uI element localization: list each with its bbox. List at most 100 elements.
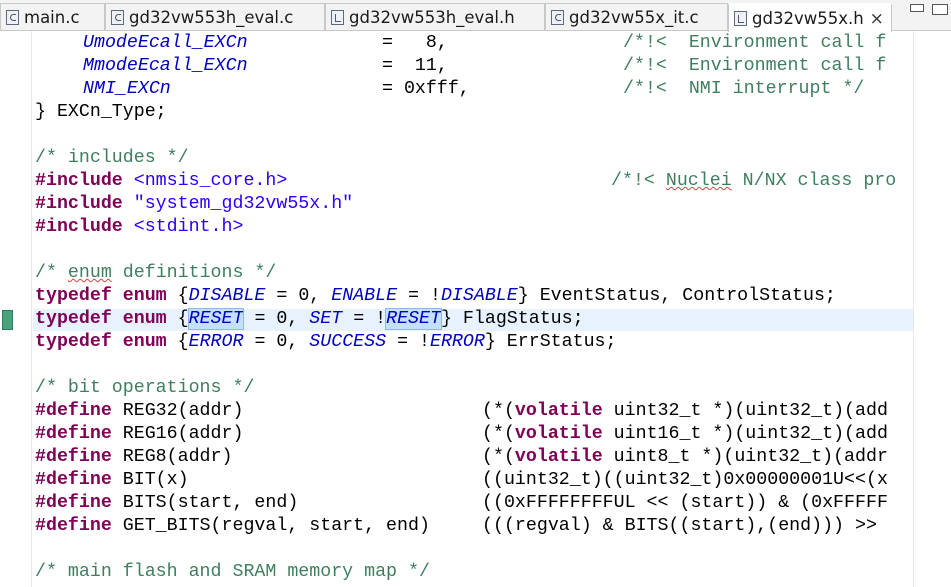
code-line: typedef enum {ERROR = 0, SUCCESS = !ERRO… xyxy=(35,331,617,354)
code-token: uint32_t *)(uint32_t)(add xyxy=(602,401,888,421)
code-line: #define GET_BITS(regval, start, end) xyxy=(35,515,430,538)
code-line: /*!< Environment call f xyxy=(623,55,886,78)
code-token: DISABLE xyxy=(188,286,266,306)
code-token: #define xyxy=(35,447,112,467)
code-token: } EventStatus, ControlStatus; xyxy=(517,286,836,306)
code-token: { xyxy=(166,286,189,306)
code-line: #define REG32(addr) xyxy=(35,400,243,423)
code-token: /* bit operations */ xyxy=(35,378,255,398)
code-line: MmodeEcall_EXCn xyxy=(83,55,248,78)
code-line: NMI_EXCn xyxy=(83,78,171,101)
code-line: #include <nmsis_core.h> xyxy=(35,170,287,193)
code-token: #define xyxy=(35,493,112,513)
code-token: } ErrStatus; xyxy=(484,332,617,352)
code-token: Nuclei xyxy=(665,171,732,191)
code-token: (*( xyxy=(482,424,515,444)
code-token: SET xyxy=(309,309,343,329)
code-token: REG16(addr) xyxy=(111,424,244,444)
code-line: #define REG8(addr) xyxy=(35,446,232,469)
code-line: = 11, xyxy=(382,55,448,78)
code-token: MmodeEcall_EXCn xyxy=(83,56,248,76)
code-token: NMI_EXCn xyxy=(83,79,171,99)
code-token: #include xyxy=(35,194,123,214)
code-token: definitions */ xyxy=(111,263,277,283)
code-line: /* enum definitions */ xyxy=(35,262,276,285)
code-token: <nmsis_core.h> xyxy=(122,171,288,191)
code-line-current: typedef enum {RESET = 0, SET = !RESET} F… xyxy=(35,308,584,331)
code-token: { xyxy=(166,332,189,352)
code-token: REG8(addr) xyxy=(111,447,233,467)
vertical-scrollbar[interactable] xyxy=(913,31,951,587)
code-token: /*!< NMI interrupt */ xyxy=(623,79,865,99)
code-token: #define xyxy=(35,424,112,444)
code-token: ((uint32_t)((uint32_t)0x00000001U<<(x xyxy=(482,470,888,490)
code-token: (*( xyxy=(482,401,515,421)
code-token: = 0, xyxy=(243,309,310,329)
code-line: ((0xFFFFFFFFUL << (start)) & (0xFFFFF xyxy=(482,492,888,515)
code-token: ERROR xyxy=(429,332,485,352)
code-token: { xyxy=(166,309,189,329)
code-token: /* includes */ xyxy=(35,148,189,168)
code-token: ENABLE xyxy=(331,286,398,306)
code-token: typedef xyxy=(35,332,112,352)
code-token: ERROR xyxy=(188,332,244,352)
code-token: #include xyxy=(35,171,123,191)
code-token: /*!< xyxy=(611,171,666,191)
code-token: /*!< Environment call f xyxy=(623,56,887,76)
code-token: = 0, xyxy=(243,332,310,352)
code-token: volatile xyxy=(514,424,603,444)
code-line: = 0xfff, xyxy=(382,78,470,101)
code-token: ((0xFFFFFFFFUL << (start)) & (0xFFFFF xyxy=(482,493,888,513)
code-line: UmodeEcall_EXCn xyxy=(83,32,248,55)
code-token: volatile xyxy=(514,447,603,467)
code-line: typedef enum {DISABLE = 0, ENABLE = !DIS… xyxy=(35,285,836,308)
code-token: = ! xyxy=(342,309,387,329)
code-token: uint16_t *)(uint32_t)(add xyxy=(602,424,888,444)
selected-text: RESET xyxy=(187,308,245,330)
code-token: BIT(x) xyxy=(111,470,189,490)
code-line: #define BITS(start, end) xyxy=(35,492,298,515)
code-token: #include xyxy=(35,217,123,237)
code-line: /*!< Environment call f xyxy=(623,32,886,55)
code-token: #define xyxy=(35,401,112,421)
code-token: = ! xyxy=(397,286,441,306)
code-token: = 11, xyxy=(382,56,448,76)
code-token: "system_gd32vw55x.h" xyxy=(122,194,354,214)
code-token: /* main flash and SRAM memory map */ xyxy=(35,562,430,582)
code-line: (*(volatile uint16_t *)(uint32_t)(add xyxy=(482,423,888,446)
code-editor[interactable]: UmodeEcall_EXCn = 8, /*!< Environment ca… xyxy=(0,0,913,587)
code-line: #define BIT(x) xyxy=(35,469,189,492)
code-line: /*!< NMI interrupt */ xyxy=(623,78,864,101)
code-token: } FlagStatus; xyxy=(440,309,584,329)
code-line: #define REG16(addr) xyxy=(35,423,243,446)
code-line: ((uint32_t)((uint32_t)0x00000001U<<(x xyxy=(482,469,888,492)
maximize-icon[interactable] xyxy=(932,4,948,15)
code-token: volatile xyxy=(514,401,603,421)
code-line: /* main flash and SRAM memory map */ xyxy=(35,561,430,584)
code-token: N/NX class pro xyxy=(731,171,897,191)
code-token: enum xyxy=(111,332,167,352)
code-token: enum xyxy=(111,309,167,329)
code-token: SUCCESS xyxy=(309,332,387,352)
code-token: = 0, xyxy=(265,286,332,306)
code-token: uint8_t *)(uint32_t)(addr xyxy=(602,447,888,467)
code-line: #include <stdint.h> xyxy=(35,216,243,239)
code-token: typedef xyxy=(35,309,112,329)
code-token: #define xyxy=(35,516,112,536)
code-token: enum xyxy=(67,263,112,283)
code-line: /*!< Nuclei N/NX class pro xyxy=(611,170,896,193)
code-line: #include "system_gd32vw55x.h" xyxy=(35,193,353,216)
code-token: = 0xfff, xyxy=(382,79,470,99)
code-line: (((regval) & BITS((start),(end))) >> xyxy=(482,515,888,538)
code-token: DISABLE xyxy=(440,286,518,306)
code-token: /*!< Environment call f xyxy=(623,33,887,53)
code-line: (*(volatile uint32_t *)(uint32_t)(add xyxy=(482,400,888,423)
code-token: GET_BITS(regval, start, end) xyxy=(111,516,430,536)
code-token: <stdint.h> xyxy=(122,217,244,237)
code-token: } EXCn_Type; xyxy=(35,102,167,122)
code-token: = 8, xyxy=(382,33,448,53)
code-token: #define xyxy=(35,470,112,490)
code-line: (*(volatile uint8_t *)(uint32_t)(addr xyxy=(482,446,888,469)
code-token: (*( xyxy=(482,447,515,467)
code-token: typedef xyxy=(35,286,112,306)
